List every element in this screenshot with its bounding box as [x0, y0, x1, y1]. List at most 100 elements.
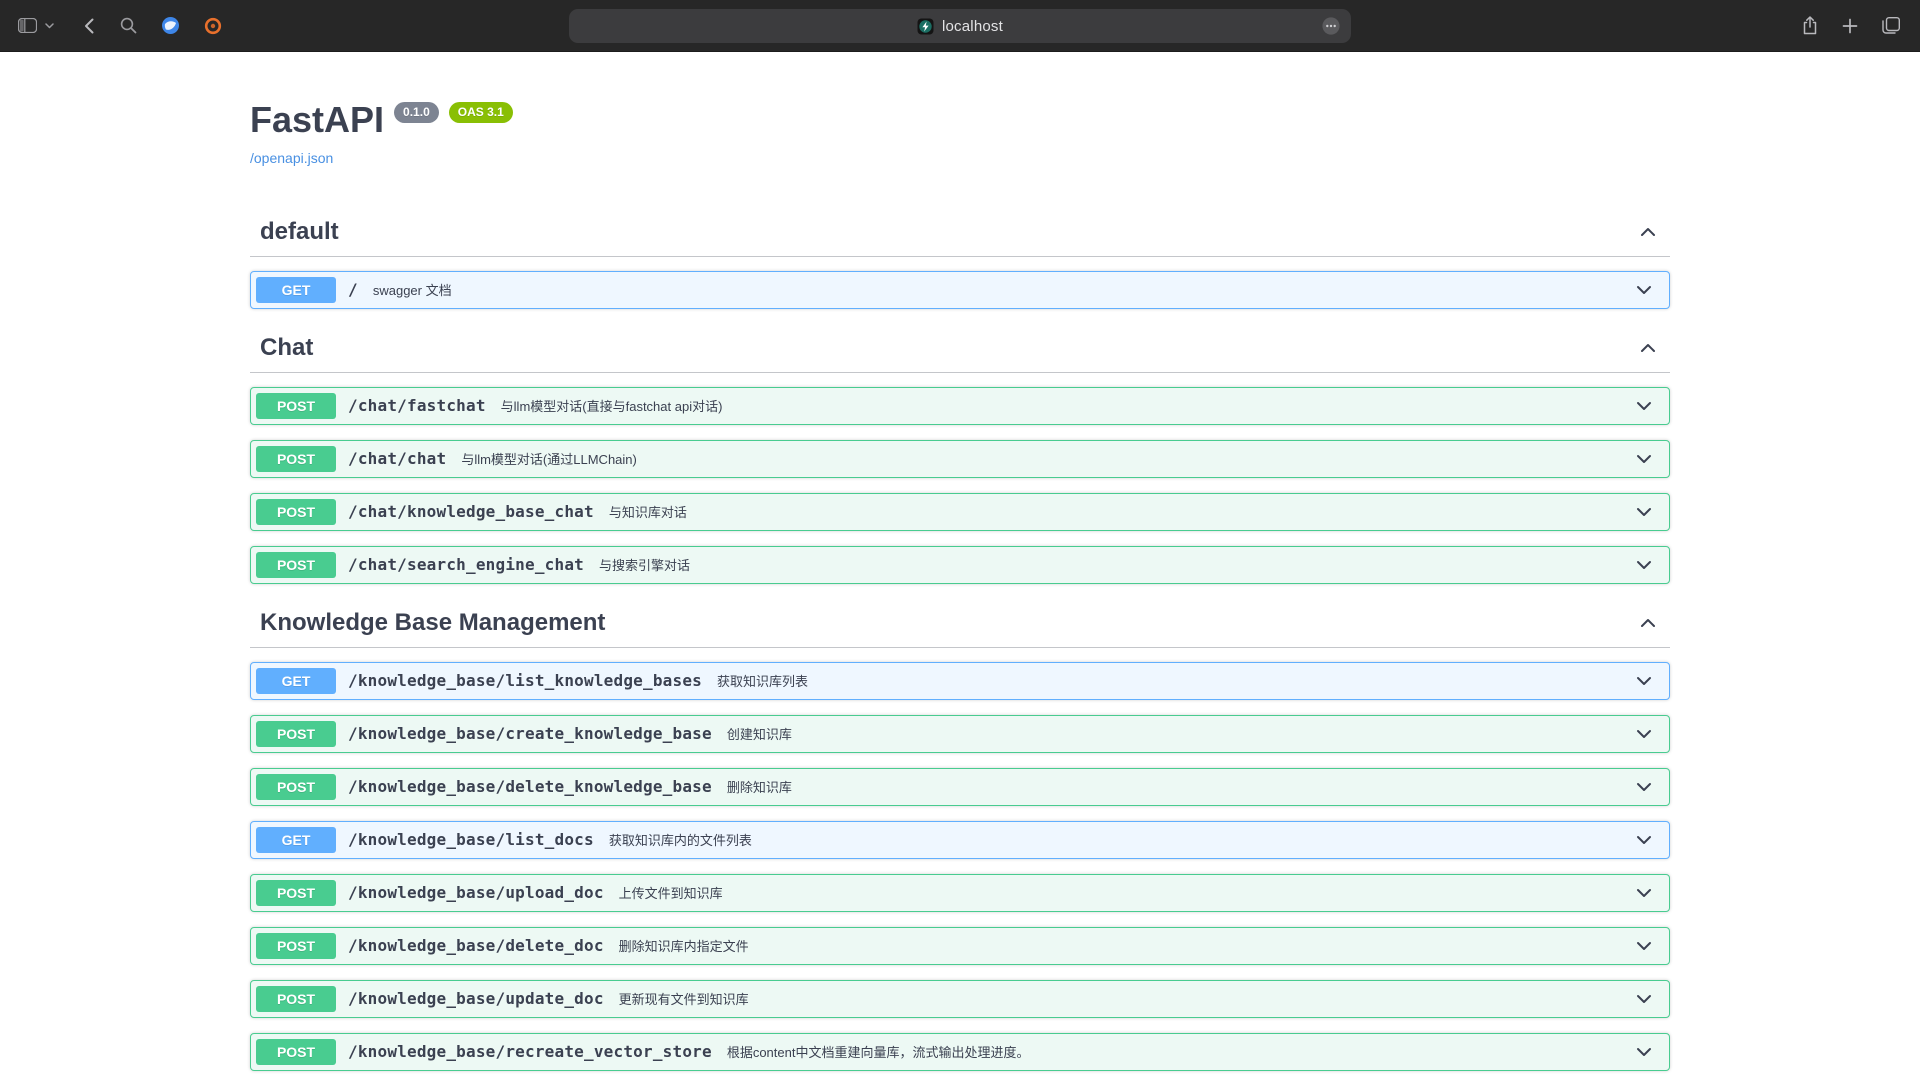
method-badge: POST [256, 933, 336, 959]
operation-row[interactable]: POST /knowledge_base/recreate_vector_sto… [250, 1033, 1670, 1071]
operation-description: 更新现有文件到知识库 [619, 989, 749, 1008]
operation-path: /knowledge_base/upload_doc [348, 883, 604, 902]
browser-toolbar: localhost [0, 0, 1920, 52]
operation-row[interactable]: POST /chat/fastchat 与llm模型对话(直接与fastchat… [250, 387, 1670, 425]
section-title: Chat [260, 334, 1638, 362]
address-bar[interactable]: localhost [569, 9, 1351, 43]
operation-row[interactable]: POST /chat/chat 与llm模型对话(通过LLMChain) [250, 440, 1670, 478]
chevron-down-icon[interactable] [1634, 883, 1654, 903]
chevron-up-icon[interactable] [1638, 222, 1658, 242]
chevron-down-icon[interactable] [1634, 396, 1654, 416]
operation-row[interactable]: POST /chat/knowledge_base_chat 与知识库对话 [250, 493, 1670, 531]
method-badge: GET [256, 827, 336, 853]
page-menu-ellipsis-icon[interactable] [1321, 16, 1341, 36]
chevron-down-icon[interactable] [1634, 671, 1654, 691]
page-title: FastAPI 0.1.0 OAS 3.1 [250, 100, 1670, 140]
operation-description: 获取知识库列表 [717, 671, 808, 690]
operation-row[interactable]: POST /knowledge_base/upload_doc 上传文件到知识库 [250, 874, 1670, 912]
url-text: localhost [942, 18, 1003, 35]
api-tag-section: Knowledge Base Management GET /knowledge… [250, 599, 1670, 1071]
site-favicon [917, 18, 934, 35]
operation-path: /chat/chat [348, 449, 446, 468]
chevron-down-icon[interactable] [1634, 724, 1654, 744]
chevron-down-icon[interactable] [1634, 449, 1654, 469]
operation-path: / [348, 280, 358, 299]
chevron-down-icon[interactable] [1634, 555, 1654, 575]
sections: default GET / swagger 文档 Chat [250, 208, 1670, 1071]
method-badge: POST [256, 1039, 336, 1065]
operation-row[interactable]: POST /knowledge_base/delete_knowledge_ba… [250, 768, 1670, 806]
back-icon[interactable] [84, 18, 94, 34]
method-badge: POST [256, 552, 336, 578]
operation-row[interactable]: GET /knowledge_base/list_docs 获取知识库内的文件列… [250, 821, 1670, 859]
api-tag-section: default GET / swagger 文档 [250, 208, 1670, 309]
tab-overview-icon[interactable] [1882, 17, 1900, 34]
method-badge: POST [256, 721, 336, 747]
operation-path: /knowledge_base/update_doc [348, 989, 604, 1008]
operation-row[interactable]: GET /knowledge_base/list_knowledge_bases… [250, 662, 1670, 700]
chevron-up-icon[interactable] [1638, 338, 1658, 358]
operation-row[interactable]: POST /knowledge_base/update_doc 更新现有文件到知… [250, 980, 1670, 1018]
api-info: FastAPI 0.1.0 OAS 3.1 /openapi.json [250, 100, 1670, 168]
operation-path: /knowledge_base/list_knowledge_bases [348, 671, 702, 690]
operation-description: 与llm模型对话(直接与fastchat api对话) [501, 396, 723, 415]
chevron-down-icon[interactable] [1634, 777, 1654, 797]
operation-list: POST /chat/fastchat 与llm模型对话(直接与fastchat… [250, 387, 1670, 584]
operation-description: 上传文件到知识库 [619, 883, 723, 902]
operation-row[interactable]: POST /knowledge_base/create_knowledge_ba… [250, 715, 1670, 753]
chevron-down-icon[interactable] [1634, 502, 1654, 522]
sidebar-chevron-down-icon[interactable] [45, 23, 54, 29]
extension-blue-icon[interactable] [161, 16, 180, 35]
search-icon[interactable] [120, 17, 137, 34]
operation-description: 删除知识库 [727, 777, 792, 796]
operation-path: /chat/fastchat [348, 396, 486, 415]
operation-path: /chat/search_engine_chat [348, 555, 584, 574]
oas-badge: OAS 3.1 [449, 102, 513, 123]
section-title: default [260, 218, 1638, 246]
chevron-down-icon[interactable] [1634, 936, 1654, 956]
operation-list: GET /knowledge_base/list_knowledge_bases… [250, 662, 1670, 1071]
sidebar-icon[interactable] [18, 18, 37, 33]
section-title: Knowledge Base Management [260, 609, 1638, 637]
method-badge: POST [256, 986, 336, 1012]
method-badge: POST [256, 774, 336, 800]
operation-description: 根据content中文档重建向量库，流式输出处理进度。 [727, 1042, 1030, 1061]
swagger-page: FastAPI 0.1.0 OAS 3.1 /openapi.json defa… [0, 52, 1920, 1080]
operation-path: /chat/knowledge_base_chat [348, 502, 594, 521]
share-icon[interactable] [1802, 16, 1818, 35]
method-badge: GET [256, 668, 336, 694]
operation-path: /knowledge_base/delete_knowledge_base [348, 777, 712, 796]
operation-path: /knowledge_base/list_docs [348, 830, 594, 849]
operation-path: /knowledge_base/recreate_vector_store [348, 1042, 712, 1061]
openapi-link[interactable]: /openapi.json [250, 150, 333, 166]
section-header[interactable]: Knowledge Base Management [250, 599, 1670, 648]
chevron-down-icon[interactable] [1634, 989, 1654, 1009]
operation-row[interactable]: GET / swagger 文档 [250, 271, 1670, 309]
method-badge: POST [256, 499, 336, 525]
method-badge: POST [256, 446, 336, 472]
api-tag-section: Chat POST /chat/fastchat 与llm模型对话(直接与fas… [250, 324, 1670, 584]
operation-description: 创建知识库 [727, 724, 792, 743]
new-tab-plus-icon[interactable] [1842, 18, 1858, 34]
version-badge: 0.1.0 [394, 102, 439, 123]
operation-row[interactable]: POST /chat/search_engine_chat 与搜索引擎对话 [250, 546, 1670, 584]
method-badge: POST [256, 880, 336, 906]
chevron-up-icon[interactable] [1638, 613, 1658, 633]
chevron-down-icon[interactable] [1634, 830, 1654, 850]
operation-description: swagger 文档 [373, 280, 452, 299]
operation-path: /knowledge_base/delete_doc [348, 936, 604, 955]
operation-path: /knowledge_base/create_knowledge_base [348, 724, 712, 743]
section-header[interactable]: default [250, 208, 1670, 257]
operation-description: 与llm模型对话(通过LLMChain) [461, 449, 637, 468]
operation-description: 与知识库对话 [609, 502, 687, 521]
chevron-down-icon[interactable] [1634, 280, 1654, 300]
section-header[interactable]: Chat [250, 324, 1670, 373]
method-badge: POST [256, 393, 336, 419]
method-badge: GET [256, 277, 336, 303]
chevron-down-icon[interactable] [1634, 1042, 1654, 1062]
api-title-text: FastAPI [250, 100, 384, 140]
extension-orange-icon[interactable] [204, 17, 222, 35]
operation-list: GET / swagger 文档 [250, 271, 1670, 309]
operation-description: 获取知识库内的文件列表 [609, 830, 752, 849]
operation-row[interactable]: POST /knowledge_base/delete_doc 删除知识库内指定… [250, 927, 1670, 965]
